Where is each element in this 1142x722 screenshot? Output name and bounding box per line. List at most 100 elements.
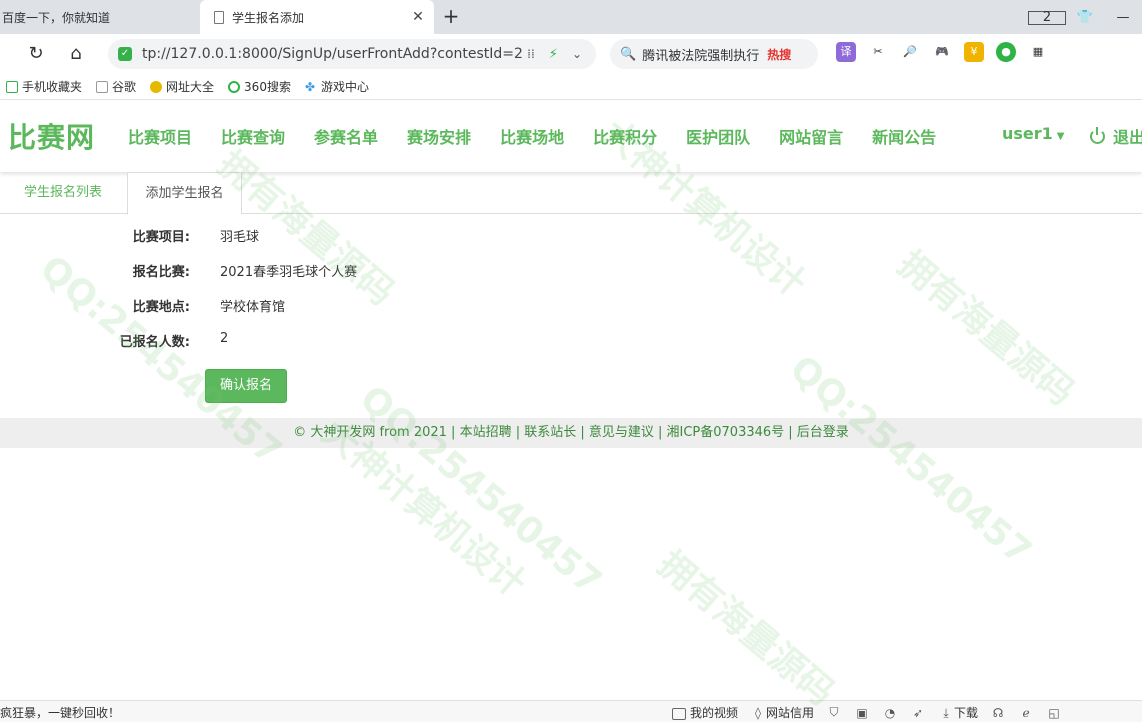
lightning-icon[interactable]: ⚡ [549, 47, 558, 62]
magnifier-icon[interactable]: 🔎 [900, 42, 920, 62]
download-icon: ⤓ [943, 706, 949, 720]
document-icon [214, 10, 224, 24]
clover-icon: ✤ [304, 79, 316, 94]
field-value: 2 [220, 331, 229, 346]
menu-item-scores[interactable]: 比赛积分 [593, 124, 657, 148]
logout-link[interactable]: 退出 [1090, 124, 1142, 148]
search-text[interactable]: 腾讯被法院强制执行 [642, 45, 759, 64]
field-value: 2021春季羽毛球个人赛 [220, 265, 358, 280]
scissors-icon[interactable]: ✂ [868, 42, 888, 62]
logout-label: 退出 [1113, 128, 1142, 147]
bookmark-google[interactable]: 谷歌 [96, 78, 136, 95]
bookmark-site-directory[interactable]: 网址大全 [150, 78, 214, 95]
image-icon[interactable]: ▣ [854, 706, 870, 720]
phone-icon [6, 80, 18, 93]
status-promo-text[interactable]: 疯狂暴，一键秒回收！ [0, 704, 120, 721]
tab-signup-list[interactable]: 学生报名列表 [24, 172, 102, 214]
new-tab-icon[interactable]: + [440, 4, 462, 28]
menu-item-medical-team[interactable]: 医护团队 [686, 124, 750, 148]
field-value: 学校体育馆 [220, 300, 286, 315]
my-video-button[interactable]: 我的视频 [672, 704, 738, 721]
home-icon[interactable]: ⌂ [64, 42, 88, 66]
ie-icon[interactable]: ℯ [1018, 706, 1034, 720]
site-footer: © 大神开发网 from 2021 | 本站招聘 | 联系站长 | 意见与建议 … [0, 418, 1142, 448]
window-controls: 2 👕 — [1028, 0, 1142, 34]
360-icon [228, 80, 241, 93]
bookmark-360-search[interactable]: 360搜索 [228, 78, 291, 95]
translate-icon[interactable]: 译 [836, 42, 856, 62]
menu-item-contest-items[interactable]: 比赛项目 [128, 124, 192, 148]
site-credit-label: 网站信用 [766, 706, 815, 720]
bookmark-mobile-favorites[interactable]: 手机收藏夹 [6, 78, 82, 95]
menu-item-news[interactable]: 新闻公告 [872, 124, 936, 148]
window-icon[interactable]: ◱ [1046, 706, 1062, 720]
power-icon [1090, 126, 1105, 144]
browser-tab-title: 百度一下，你就知道 [2, 10, 111, 25]
gamepad-icon[interactable]: 🎮 [932, 42, 952, 62]
field-label: 比赛地点: [132, 300, 190, 315]
confirm-signup-button[interactable]: 确认报名 [205, 369, 287, 403]
address-bar[interactable]: ✓ tp://127.0.0.1:8000/SignUp/userFrontAd… [108, 39, 596, 69]
watermark-text: 拥有海量源码 [649, 543, 842, 714]
menu-item-messages[interactable]: 网站留言 [779, 124, 843, 148]
menu-item-venues[interactable]: 比赛场地 [500, 124, 564, 148]
main-menu: 比赛项目 比赛查询 参赛名单 赛场安排 比赛场地 比赛积分 医护团队 网站留言 … [128, 124, 936, 148]
menu-item-contest-search[interactable]: 比赛查询 [221, 124, 285, 148]
shield-status-icon[interactable]: ⛉ [826, 705, 842, 720]
search-icon: 🔍 [620, 46, 637, 62]
bookmarks-bar: 手机收藏夹 谷歌 网址大全 360搜索 ✤ 游戏中心 [0, 74, 1142, 100]
bookmark-label: 手机收藏夹 [22, 80, 83, 94]
username: user1 [1002, 124, 1053, 143]
watermark-text: 拥有海量源码 [889, 243, 1082, 414]
wallet-icon[interactable]: ¥ [964, 42, 984, 62]
bookmark-game-center[interactable]: ✤ 游戏中心 [305, 78, 369, 95]
menu-item-participants[interactable]: 参赛名单 [314, 124, 378, 148]
wechat-icon[interactable]: ● [996, 42, 1016, 62]
browser-tab-title: 学生报名添加 [232, 10, 305, 25]
extension-icons: 译 ✂ 🔎 🎮 ¥ ● ▦ [836, 42, 1048, 62]
tab-count-badge: 2 [1028, 10, 1066, 25]
bookmark-label: 网址大全 [166, 80, 215, 94]
download-button[interactable]: ⤓ 下载 [938, 704, 978, 721]
search-box[interactable]: 🔍 腾讯被法院强制执行 热搜 [610, 39, 818, 69]
caret-down-icon: ▼ [1056, 131, 1065, 142]
my-video-label: 我的视频 [690, 706, 739, 720]
video-icon [672, 707, 686, 720]
browser-status-bar: 疯狂暴，一键秒回收！ 我的视频 ◊ 网站信用 ⛉ ▣ ◔ ➶ ⤓ 下载 ☊ ℯ ◱ [0, 700, 1142, 722]
menu-item-schedule[interactable]: 赛场安排 [407, 124, 471, 148]
site-brand[interactable]: 比赛网 [8, 116, 95, 156]
watermark-text: QQ:254540457 [352, 378, 610, 603]
apps-grid-icon[interactable]: ▦ [1028, 42, 1048, 62]
watermark-text: QQ:254540457 [782, 348, 1040, 573]
site-credit-button[interactable]: ◊ 网站信用 [750, 704, 814, 721]
user-dropdown[interactable]: user1 ▼ [1002, 124, 1065, 143]
field-label: 报名比赛: [132, 265, 190, 280]
chevron-down-icon[interactable]: ⌄ [572, 47, 582, 61]
bookmark-label: 360搜索 [244, 80, 291, 94]
shield-icon: ✓ [118, 47, 132, 61]
close-icon[interactable]: ✕ [408, 9, 428, 25]
browser-tab-signup[interactable]: 学生报名添加 ✕ [200, 0, 434, 34]
page-tabs: 学生报名列表 添加学生报名 [0, 172, 1142, 215]
browser-toolbar: ↻ ⌂ ✓ tp://127.0.0.1:8000/SignUp/userFro… [0, 34, 1142, 74]
tab-count-button[interactable]: 2 [1028, 10, 1066, 25]
field-label: 已报名人数: [119, 335, 190, 350]
speed-icon[interactable]: ◔ [882, 706, 898, 720]
field-label: 比赛项目: [132, 230, 190, 245]
field-value: 羽毛球 [220, 230, 260, 245]
browser-tab-strip: 百度一下，你就知道 学生报名添加 ✕ + 2 👕 — [0, 0, 1142, 34]
rocket-icon[interactable]: ➶ [910, 706, 926, 720]
grid-icon[interactable]: ⁞⁞ [527, 47, 535, 61]
headset-icon[interactable]: ☊ [990, 706, 1006, 720]
minimize-icon[interactable]: — [1104, 10, 1142, 25]
page-icon [96, 80, 109, 93]
bookmark-label: 游戏中心 [320, 80, 369, 94]
browser-tab-baidu[interactable]: 百度一下，你就知道 [0, 0, 200, 34]
bookmark-label: 谷歌 [112, 80, 137, 94]
tab-add-signup[interactable]: 添加学生报名 [127, 172, 242, 215]
url-text[interactable]: tp://127.0.0.1:8000/SignUp/userFrontAdd?… [142, 46, 527, 62]
hot-search-badge[interactable]: 热搜 [767, 46, 791, 63]
shirt-icon[interactable]: 👕 [1066, 10, 1104, 25]
reload-icon[interactable]: ↻ [24, 42, 48, 66]
download-label: 下载 [954, 706, 979, 720]
